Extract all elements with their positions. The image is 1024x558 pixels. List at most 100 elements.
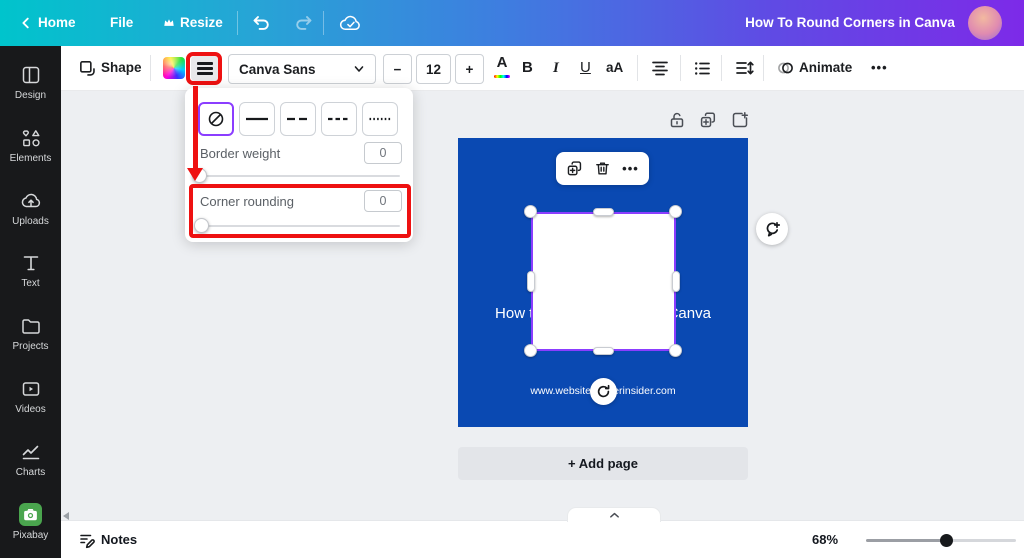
element-more-button[interactable]: ••• bbox=[622, 161, 639, 176]
border-style-solid-button[interactable] bbox=[239, 102, 275, 136]
bullet-list-button[interactable] bbox=[693, 59, 711, 77]
font-family-select[interactable]: Canva Sans bbox=[228, 54, 376, 84]
border-style-dash-short-button[interactable] bbox=[321, 102, 357, 136]
divider bbox=[237, 11, 238, 35]
selection-handle-top-left[interactable] bbox=[524, 205, 537, 218]
avatar[interactable] bbox=[968, 6, 1002, 40]
border-style-none-button[interactable] bbox=[198, 102, 234, 136]
add-page-button[interactable]: + Add page bbox=[458, 447, 748, 480]
pixabay-icon bbox=[19, 503, 42, 526]
trash-icon bbox=[594, 160, 611, 177]
selection-handle-top[interactable] bbox=[593, 208, 614, 216]
sidebar-item-elements[interactable]: Elements bbox=[0, 119, 61, 182]
canva-editor: Home File Resize How To Round Corners in… bbox=[0, 0, 1024, 558]
cloud-saved-icon[interactable] bbox=[339, 14, 362, 32]
zoom-slider-handle[interactable] bbox=[940, 534, 953, 547]
divider bbox=[763, 55, 764, 81]
font-size-increase-button[interactable]: + bbox=[455, 54, 484, 84]
sidebar-item-projects[interactable]: Projects bbox=[0, 307, 61, 370]
sidebar-item-label: Uploads bbox=[12, 216, 49, 227]
scroll-left-arrow[interactable] bbox=[63, 512, 69, 520]
chevron-up-icon bbox=[609, 511, 620, 519]
crown-icon bbox=[163, 17, 175, 28]
bold-button[interactable]: B bbox=[522, 46, 533, 90]
resize-button[interactable]: Resize bbox=[180, 0, 223, 46]
border-style-row bbox=[198, 102, 398, 136]
sidebar-item-label: Pixabay bbox=[13, 530, 49, 541]
sidebar-item-label: Design bbox=[15, 90, 46, 101]
delete-element-button[interactable] bbox=[594, 160, 611, 177]
rotate-handle[interactable] bbox=[590, 378, 617, 405]
annotation-arrow-head bbox=[187, 168, 203, 181]
selection-handle-bottom-left[interactable] bbox=[524, 344, 537, 357]
duplicate-element-button[interactable] bbox=[566, 160, 583, 177]
duplicate-page-button[interactable] bbox=[699, 111, 717, 129]
italic-button[interactable]: I bbox=[553, 46, 559, 90]
border-style-dotted-button[interactable] bbox=[362, 102, 398, 136]
shape-label[interactable]: Shape bbox=[101, 46, 142, 90]
lock-button[interactable] bbox=[668, 111, 686, 129]
bottom-bar: Notes 68% bbox=[61, 520, 1024, 558]
design-title-text[interactable]: How To Round Corners in Canva bbox=[745, 15, 955, 30]
sidebar-item-label: Projects bbox=[12, 341, 48, 352]
border-weight-slider[interactable] bbox=[198, 175, 400, 177]
notes-icon bbox=[78, 531, 96, 549]
video-icon bbox=[20, 378, 42, 400]
border-weight-input[interactable]: 0 bbox=[364, 142, 402, 164]
solid-line-icon bbox=[245, 116, 269, 122]
font-size-value[interactable]: 12 bbox=[416, 54, 451, 84]
more-options-button[interactable]: ••• bbox=[871, 46, 888, 90]
zoom-level-label: 68% bbox=[812, 521, 838, 558]
add-comment-button[interactable] bbox=[756, 213, 788, 245]
font-size-decrease-button[interactable]: − bbox=[383, 54, 412, 84]
sidebar-item-text[interactable]: Text bbox=[0, 244, 61, 307]
animate-button[interactable]: Animate bbox=[799, 46, 852, 90]
sidebar-item-videos[interactable]: Videos bbox=[0, 370, 61, 433]
undo-button[interactable] bbox=[251, 13, 271, 33]
divider bbox=[323, 11, 324, 35]
underline-button[interactable]: U bbox=[580, 46, 591, 90]
animate-icon bbox=[776, 58, 796, 78]
text-color-button[interactable]: A bbox=[494, 49, 510, 78]
sidebar-item-label: Videos bbox=[15, 404, 45, 415]
text-case-button[interactable]: aA bbox=[606, 46, 623, 90]
notes-button[interactable]: Notes bbox=[101, 521, 137, 558]
selection-handle-bottom[interactable] bbox=[593, 347, 614, 355]
sidebar-item-pixabay[interactable]: Pixabay bbox=[0, 495, 61, 558]
shape-color-swatch[interactable] bbox=[163, 57, 185, 79]
rotate-icon bbox=[596, 384, 611, 399]
chevron-down-icon bbox=[353, 63, 365, 75]
sidebar-item-design[interactable]: Design bbox=[0, 56, 61, 119]
redo-button[interactable] bbox=[294, 13, 314, 33]
sidebar-item-label: Text bbox=[21, 278, 39, 289]
selection-handle-left[interactable] bbox=[527, 271, 535, 292]
uploads-icon bbox=[20, 190, 42, 212]
font-family-value: Canva Sans bbox=[239, 62, 316, 77]
divider bbox=[637, 55, 638, 81]
sidebar-item-charts[interactable]: Charts bbox=[0, 433, 61, 496]
text-color-label: A bbox=[494, 49, 510, 77]
divider bbox=[680, 55, 681, 81]
selection-handle-bottom-right[interactable] bbox=[669, 344, 682, 357]
sidebar-item-label: Charts bbox=[16, 467, 45, 478]
border-style-dash-long-button[interactable] bbox=[280, 102, 316, 136]
annotation-arrow-line bbox=[193, 86, 198, 170]
back-icon[interactable] bbox=[19, 16, 33, 30]
selection-handle-top-right[interactable] bbox=[669, 205, 682, 218]
home-button[interactable]: Home bbox=[38, 0, 76, 46]
dotted-line-icon bbox=[368, 116, 392, 122]
line-spacing-button[interactable] bbox=[735, 59, 754, 77]
top-bar: Home File Resize How To Round Corners in… bbox=[0, 0, 1024, 46]
design-icon bbox=[20, 64, 42, 86]
chart-icon bbox=[20, 441, 42, 463]
file-button[interactable]: File bbox=[110, 0, 133, 46]
design-title: How To Round Corners in Canva bbox=[700, 0, 1000, 46]
selection-handle-right[interactable] bbox=[672, 271, 680, 292]
sidebar-item-uploads[interactable]: Uploads bbox=[0, 182, 61, 245]
short-dash-icon bbox=[327, 116, 351, 122]
add-page-icon-button[interactable] bbox=[731, 111, 749, 129]
annotation-box-corner-rounding bbox=[189, 184, 411, 238]
selected-square-element[interactable] bbox=[531, 212, 676, 351]
align-center-button[interactable] bbox=[651, 59, 669, 77]
expand-panel-tab[interactable] bbox=[567, 507, 661, 522]
